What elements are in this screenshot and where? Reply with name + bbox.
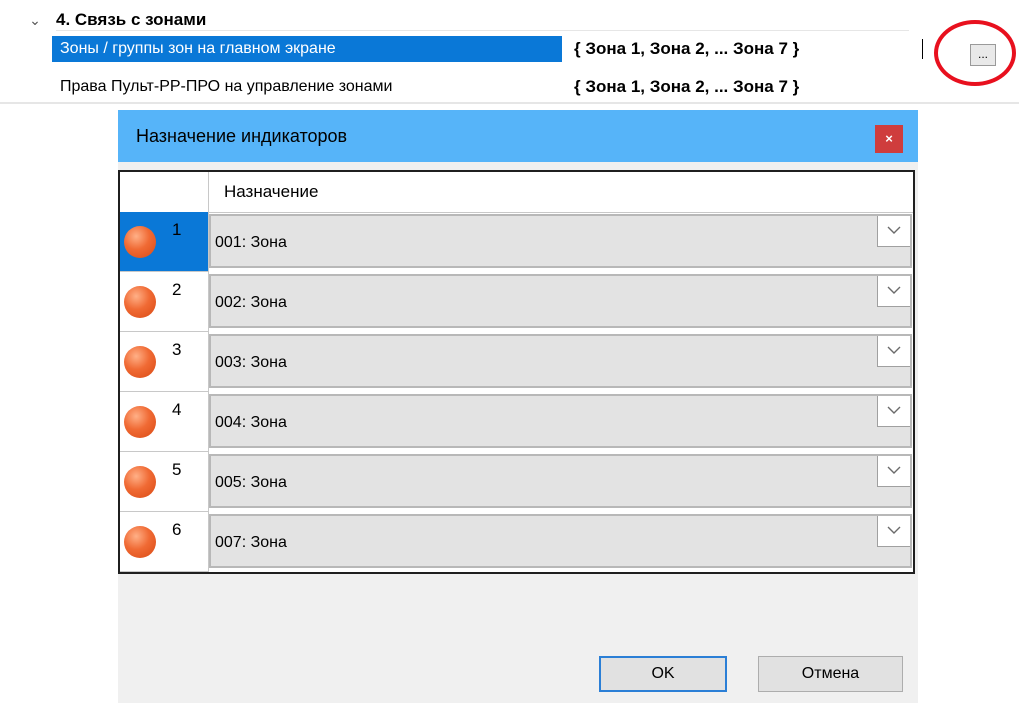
- row-number: 4: [172, 400, 182, 419]
- property-row-console-rights[interactable]: Права Пульт-РР-ПРО на управление зонами …: [52, 74, 932, 100]
- chevron-down-icon: [887, 526, 901, 534]
- assignment-combobox[interactable]: 002: Зона: [209, 274, 912, 328]
- dialog-titlebar[interactable]: Назначение индикаторов ×: [118, 110, 918, 162]
- category-divider: [56, 30, 909, 31]
- grid-header: Назначение: [120, 172, 913, 213]
- row-number: 6: [172, 520, 182, 539]
- property-name[interactable]: Зоны / группы зон на главном экране: [52, 36, 562, 62]
- row-number: 2: [172, 280, 182, 299]
- row-header[interactable]: 2: [120, 272, 209, 332]
- dropdown-button[interactable]: [877, 456, 910, 487]
- combobox-value: 001: Зона: [215, 234, 287, 251]
- chevron-down-icon: [887, 346, 901, 354]
- category-row[interactable]: ⌄ 4. Связь с зонами: [0, 8, 1019, 32]
- orange-indicator-icon: [124, 226, 156, 258]
- grid-bottom-border: [0, 102, 1019, 104]
- property-name[interactable]: Права Пульт-РР-ПРО на управление зонами: [52, 74, 562, 100]
- chevron-down-icon: [887, 286, 901, 294]
- property-value[interactable]: { Зона 1, Зона 2, ... Зона 7 }: [574, 74, 799, 100]
- row-header[interactable]: 1: [120, 212, 209, 272]
- dropdown-button[interactable]: [877, 216, 910, 247]
- cancel-button[interactable]: Отмена: [758, 656, 903, 692]
- dropdown-button[interactable]: [877, 276, 910, 307]
- close-button[interactable]: ×: [875, 125, 903, 153]
- row-header[interactable]: 3: [120, 332, 209, 392]
- chevron-down-icon: [887, 466, 901, 474]
- row-header[interactable]: 6: [120, 512, 209, 572]
- dropdown-button[interactable]: [877, 336, 910, 367]
- dropdown-button[interactable]: [877, 516, 910, 547]
- assignment-combobox[interactable]: 007: Зона: [209, 514, 912, 568]
- assignment-combobox[interactable]: 003: Зона: [209, 334, 912, 388]
- ellipsis-button[interactable]: ...: [970, 44, 996, 66]
- combobox-value: 003: Зона: [215, 354, 287, 371]
- row-number: 5: [172, 460, 182, 479]
- orange-indicator-icon: [124, 526, 156, 558]
- combobox-value: 007: Зона: [215, 534, 287, 551]
- property-grid: ⌄ 4. Связь с зонами Зоны / группы зон на…: [0, 0, 1019, 104]
- chevron-down-icon: [887, 406, 901, 414]
- combobox-value: 004: Зона: [215, 414, 287, 431]
- indicator-assignment-dialog: Назначение индикаторов × Назначение 1 00…: [118, 110, 918, 703]
- grid-row[interactable]: 2 002: Зона: [120, 272, 913, 332]
- grid-row[interactable]: 1 001: Зона: [120, 212, 913, 272]
- row-header[interactable]: 5: [120, 452, 209, 512]
- grid-row[interactable]: 5 005: Зона: [120, 452, 913, 512]
- text-caret: [922, 39, 923, 59]
- dialog-title: Назначение индикаторов: [136, 126, 348, 146]
- dropdown-button[interactable]: [877, 396, 910, 427]
- header-corner-cell: [120, 172, 209, 212]
- orange-indicator-icon: [124, 406, 156, 438]
- grid-row[interactable]: 3 003: Зона: [120, 332, 913, 392]
- assignment-combobox[interactable]: 001: Зона: [209, 214, 912, 268]
- chevron-down-icon[interactable]: ⌄: [26, 8, 44, 32]
- indicator-grid: Назначение 1 001: Зона 2 002: Зона 3 003…: [118, 170, 915, 574]
- orange-indicator-icon: [124, 346, 156, 378]
- assignment-combobox[interactable]: 004: Зона: [209, 394, 912, 448]
- column-header-assignment[interactable]: Назначение: [224, 172, 318, 212]
- row-number: 1: [172, 220, 182, 239]
- chevron-down-icon: [887, 226, 901, 234]
- property-value[interactable]: { Зона 1, Зона 2, ... Зона 7 }: [574, 36, 799, 62]
- orange-indicator-icon: [124, 286, 156, 318]
- combobox-value: 002: Зона: [215, 294, 287, 311]
- combobox-value: 005: Зона: [215, 474, 287, 491]
- row-number: 3: [172, 340, 182, 359]
- row-header[interactable]: 4: [120, 392, 209, 452]
- orange-indicator-icon: [124, 466, 156, 498]
- grid-row[interactable]: 6 007: Зона: [120, 512, 913, 572]
- assignment-combobox[interactable]: 005: Зона: [209, 454, 912, 508]
- grid-row[interactable]: 4 004: Зона: [120, 392, 913, 452]
- ok-button[interactable]: OK: [599, 656, 727, 692]
- close-icon: ×: [885, 131, 893, 146]
- property-row-zones-main-screen[interactable]: Зоны / группы зон на главном экране { Зо…: [52, 36, 932, 62]
- category-title: 4. Связь с зонами: [56, 10, 207, 29]
